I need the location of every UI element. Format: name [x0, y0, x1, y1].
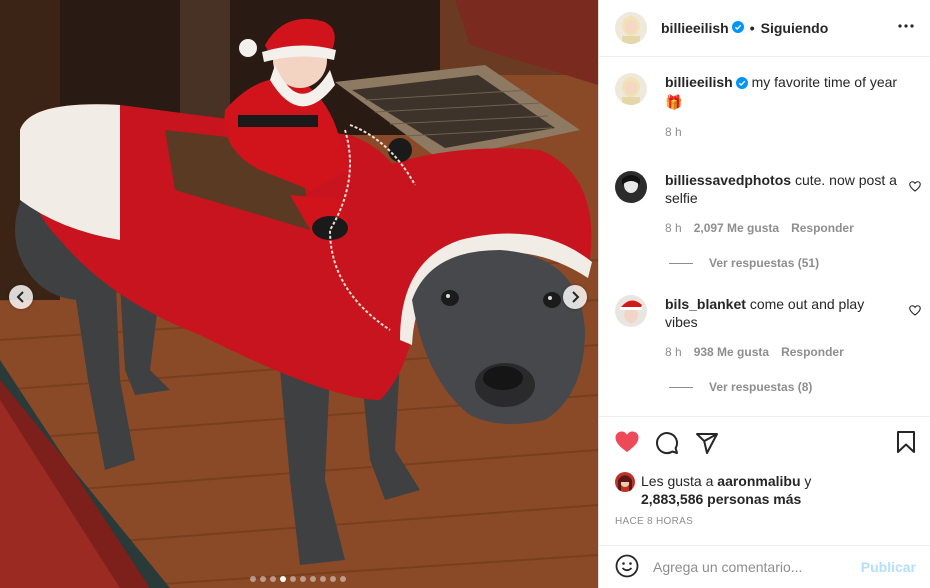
heart-icon[interactable] — [615, 431, 639, 458]
reply-button[interactable]: Responder — [791, 219, 854, 237]
reply-button[interactable]: Responder — [781, 343, 844, 361]
likes-summary: Les gusta a aaronmalibu y 2,883,586 pers… — [615, 472, 811, 508]
avatar[interactable] — [615, 73, 647, 105]
action-bar — [599, 416, 930, 455]
replies-line — [669, 386, 693, 388]
replies-line — [669, 262, 693, 264]
comment: bils_blanket come out and play vibes 8 h… — [615, 295, 921, 361]
comment-input[interactable] — [653, 559, 853, 575]
heart-icon[interactable] — [909, 303, 921, 319]
emoji-icon[interactable] — [615, 554, 639, 581]
verified-icon — [731, 20, 744, 36]
header-separator: • — [749, 20, 755, 36]
post-image[interactable] — [0, 0, 598, 588]
likes-count[interactable]: 2,883,586 personas más — [641, 491, 801, 507]
avatar[interactable] — [615, 295, 647, 327]
following-button[interactable]: Siguiendo — [761, 20, 829, 36]
header-username[interactable]: billieeilish — [661, 20, 729, 36]
carousel-dot — [290, 576, 296, 582]
likes-prefix: Les gusta a — [641, 473, 714, 489]
comment-icon[interactable] — [655, 431, 679, 458]
carousel-dot — [260, 576, 266, 582]
share-icon[interactable] — [695, 431, 719, 458]
carousel-dot — [330, 576, 336, 582]
post-header: billieeilish • Siguiendo — [599, 0, 930, 57]
view-replies-label: Ver respuestas (51) — [709, 256, 820, 270]
publish-button[interactable]: Publicar — [861, 559, 916, 575]
avatar[interactable] — [615, 472, 635, 492]
carousel-dot — [300, 576, 306, 582]
caption-username[interactable]: billieeilish — [665, 74, 733, 90]
comment-username[interactable]: billiessavedphotos — [665, 172, 791, 188]
carousel-indicator — [250, 576, 346, 582]
carousel-dot — [310, 576, 316, 582]
caption-text: my favorite time of year — [751, 74, 898, 90]
caption-time: 8 h — [665, 125, 682, 139]
avatar[interactable] — [615, 12, 647, 44]
post-timestamp[interactable]: HACE 8 HORAS — [615, 516, 693, 527]
post-side-panel: billieeilish • Siguiendo billieeilish my… — [598, 0, 930, 588]
likes-user[interactable]: aaronmalibu — [717, 473, 800, 489]
comment-composer: Publicar — [599, 545, 930, 588]
heart-icon[interactable] — [909, 179, 921, 195]
chevron-left-icon — [16, 291, 24, 303]
comment-likes[interactable]: 938 Me gusta — [694, 343, 769, 361]
view-replies-label: Ver respuestas (8) — [709, 380, 813, 394]
next-photo-button[interactable] — [563, 285, 587, 309]
post-caption: billieeilish my favorite time of year 🎁 … — [615, 73, 915, 141]
carousel-dot — [340, 576, 346, 582]
previous-photo-button[interactable] — [9, 285, 33, 309]
more-icon[interactable] — [898, 19, 914, 36]
carousel-dot — [250, 576, 256, 582]
comment-likes[interactable]: 2,097 Me gusta — [694, 219, 779, 237]
view-replies-button[interactable]: Ver respuestas (8) — [669, 380, 812, 394]
post-photo — [0, 0, 598, 588]
comment-time[interactable]: 8 h — [665, 219, 682, 237]
bookmark-icon[interactable] — [896, 431, 916, 456]
view-replies-button[interactable]: Ver respuestas (51) — [669, 256, 819, 270]
carousel-dot — [270, 576, 276, 582]
likes-conj: y — [804, 473, 812, 489]
carousel-dot — [320, 576, 326, 582]
chevron-right-icon — [572, 291, 580, 303]
avatar[interactable] — [615, 171, 647, 203]
verified-icon — [735, 75, 748, 93]
carousel-dot — [280, 576, 286, 582]
comment: billiessavedphotos cute. now post a self… — [615, 171, 921, 237]
caption-emoji: 🎁 — [665, 94, 683, 110]
comment-time[interactable]: 8 h — [665, 343, 682, 361]
comment-username[interactable]: bils_blanket — [665, 296, 746, 312]
